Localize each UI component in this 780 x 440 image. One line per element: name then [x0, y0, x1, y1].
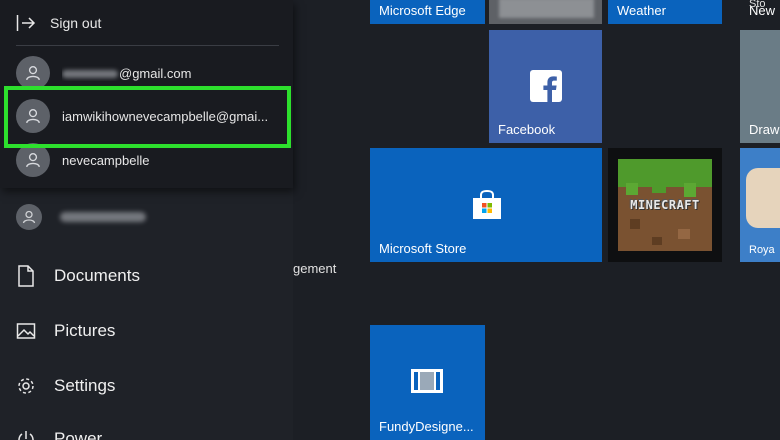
start-item-label: Documents [54, 266, 140, 285]
grass-pixel [684, 183, 696, 197]
sign-out-label: Sign out [50, 15, 102, 31]
partial-app-label: gement [293, 261, 337, 276]
tile-image [499, 0, 594, 18]
start-item-label: Power [54, 429, 103, 440]
tile-label: Microsoft Store [379, 241, 467, 256]
sign-out-icon [16, 15, 36, 31]
tile-label: Facebook [498, 122, 556, 137]
facebook-icon [530, 70, 562, 102]
tile-label: Microsoft Edge [379, 3, 466, 18]
person-icon [26, 153, 40, 168]
minecraft-grass-block: MINECRAFT [618, 159, 712, 251]
account-name: nevecampbelle [62, 152, 150, 168]
tile-label: FundyDesigne... [379, 419, 474, 434]
tile-weather[interactable]: Weather [608, 0, 722, 24]
divider [16, 45, 279, 46]
gear-icon [18, 378, 34, 394]
avatar [16, 143, 50, 177]
account-email-suffix: @gmail.com [119, 65, 192, 81]
grass-pixel [652, 183, 666, 193]
tile-sto[interactable]: Sto [740, 0, 780, 12]
tile-photos[interactable] [489, 0, 602, 24]
avatar [16, 56, 50, 90]
start-item-pictures[interactable]: Pictures [16, 316, 115, 346]
redacted-username [60, 212, 146, 222]
pictures-icon [16, 323, 36, 339]
highlight-box [4, 86, 291, 148]
dirt-pixel [678, 229, 690, 239]
current-user-button[interactable] [16, 204, 146, 230]
redacted-text [62, 70, 118, 79]
tile-label: Weather [617, 3, 666, 18]
tile-facebook[interactable]: Facebook [489, 30, 602, 143]
game-art [746, 168, 780, 228]
tile-label: Roya [749, 244, 775, 256]
sign-out-button[interactable]: Sign out [16, 10, 101, 36]
grass-pixel [626, 183, 638, 195]
start-item-label: Pictures [54, 321, 116, 340]
minecraft-logo-text: MINECRAFT [630, 198, 700, 212]
tile-fundydesigner[interactable]: FundyDesigne... [370, 325, 485, 440]
avatar [16, 204, 42, 230]
person-icon [22, 210, 36, 224]
desktop-screen: Documents Pictures Settings Power Sign o… [0, 0, 780, 440]
store-bag-icon [473, 190, 501, 219]
tile-royal-revolt[interactable]: Roya [740, 148, 780, 262]
tile-draw[interactable]: Draw [740, 30, 780, 143]
start-item-documents[interactable]: Documents [16, 261, 140, 291]
tile-label: Draw [749, 122, 780, 137]
start-item-power[interactable]: Power [16, 424, 102, 440]
document-icon [18, 265, 34, 287]
person-icon [26, 66, 40, 81]
power-icon [18, 431, 34, 440]
dirt-pixel [630, 219, 640, 229]
tile-minecraft[interactable]: MINECRAFT [608, 148, 722, 262]
tile-microsoft-edge[interactable]: Microsoft Edge [370, 0, 485, 24]
tile-microsoft-store[interactable]: Microsoft Store [370, 148, 602, 262]
tile-label: Sto [749, 0, 766, 10]
fundy-icon [411, 369, 443, 393]
start-item-label: Settings [54, 376, 116, 395]
start-item-settings[interactable]: Settings [16, 371, 115, 401]
account-email: @gmail.com [62, 66, 191, 81]
dirt-pixel [652, 237, 662, 245]
